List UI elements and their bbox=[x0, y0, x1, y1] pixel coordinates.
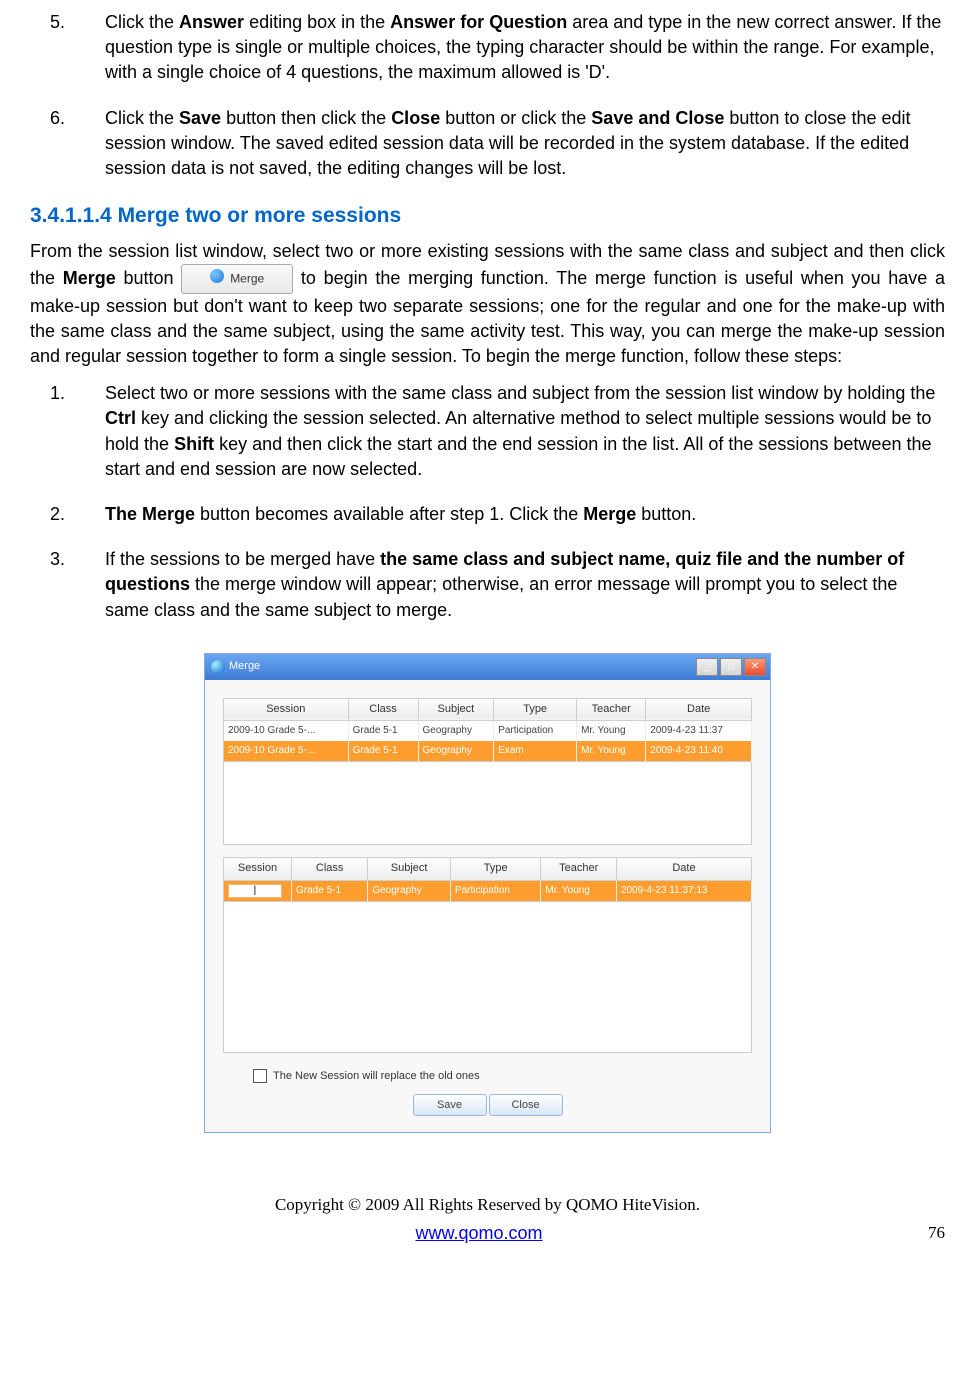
table-header-row: Session Class Subject Type Teacher Date bbox=[224, 858, 752, 880]
intro-paragraph: From the session list window, select two… bbox=[30, 239, 945, 370]
step-number-2: 2. bbox=[30, 502, 105, 527]
titlebar: Merge _ □ ✕ bbox=[205, 654, 770, 680]
close-button[interactable]: ✕ bbox=[744, 658, 766, 676]
list-item-5: Click the Answer editing box in the Answ… bbox=[105, 10, 945, 86]
replace-checkbox-label: The New Session will replace the old one… bbox=[273, 1069, 480, 1084]
list-number-6: 6. bbox=[30, 106, 105, 182]
source-table-body bbox=[223, 762, 752, 845]
merge-icon bbox=[210, 269, 226, 285]
merged-table-body bbox=[223, 902, 752, 1053]
step-number-3: 3. bbox=[30, 547, 105, 623]
step-3: If the sessions to be merged have the sa… bbox=[105, 547, 945, 623]
session-name-input[interactable]: | bbox=[228, 884, 282, 898]
save-button[interactable]: Save bbox=[413, 1094, 487, 1116]
list-item-6: Click the Save button then click the Clo… bbox=[105, 106, 945, 182]
table-row-editable[interactable]: | Grade 5-1 Geography Participation Mr. … bbox=[224, 880, 752, 901]
source-sessions-table: Session Class Subject Type Teacher Date … bbox=[223, 698, 752, 762]
merge-window: Merge _ □ ✕ Session Class Subject Type T… bbox=[204, 653, 771, 1133]
page-number: 76 bbox=[928, 1221, 945, 1245]
step-1: Select two or more sessions with the sam… bbox=[105, 381, 945, 482]
copyright-footer: Copyright © 2009 All Rights Reserved by … bbox=[30, 1193, 945, 1217]
merge-button-inline: Merge bbox=[181, 264, 293, 294]
replace-checkbox[interactable] bbox=[253, 1069, 267, 1083]
table-row[interactable]: 2009-10 Grade 5-... Grade 5-1 Geography … bbox=[224, 721, 752, 742]
minimize-button[interactable]: _ bbox=[696, 658, 718, 676]
step-number-1: 1. bbox=[30, 381, 105, 482]
app-icon bbox=[211, 660, 225, 674]
maximize-button[interactable]: □ bbox=[720, 658, 742, 676]
section-heading: 3.4.1.1.4 Merge two or more sessions bbox=[30, 201, 945, 230]
window-title: Merge bbox=[229, 659, 260, 674]
step-2: The Merge button becomes available after… bbox=[105, 502, 696, 527]
replace-checkbox-row: The New Session will replace the old one… bbox=[253, 1069, 752, 1084]
list-number-5: 5. bbox=[30, 10, 105, 86]
table-row-selected[interactable]: 2009-10 Grade 5-... Grade 5-1 Geography … bbox=[224, 741, 752, 762]
table-header-row: Session Class Subject Type Teacher Date bbox=[224, 698, 752, 720]
steps-list: 1. Select two or more sessions with the … bbox=[30, 381, 945, 623]
footer-url[interactable]: www.qomo.com bbox=[415, 1223, 542, 1243]
continued-list: 5. Click the Answer editing box in the A… bbox=[30, 10, 945, 181]
merged-session-table: Session Class Subject Type Teacher Date … bbox=[223, 857, 752, 901]
close-window-button[interactable]: Close bbox=[489, 1094, 563, 1116]
